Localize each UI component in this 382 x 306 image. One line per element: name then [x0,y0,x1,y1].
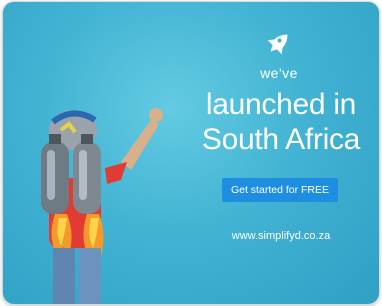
website-link[interactable]: www.simplifyd.co.za [215,230,347,242]
get-started-button[interactable]: Get started for FREE [222,178,338,202]
rocket-icon [267,34,288,55]
headline: launched in South Africa [186,87,376,157]
headline-line-2: South Africa [201,123,361,156]
ad-banner[interactable]: we've launched in South Africa Get start… [2,1,380,305]
tagline: we've [260,65,298,81]
headline-line-1: launched in [205,88,357,121]
